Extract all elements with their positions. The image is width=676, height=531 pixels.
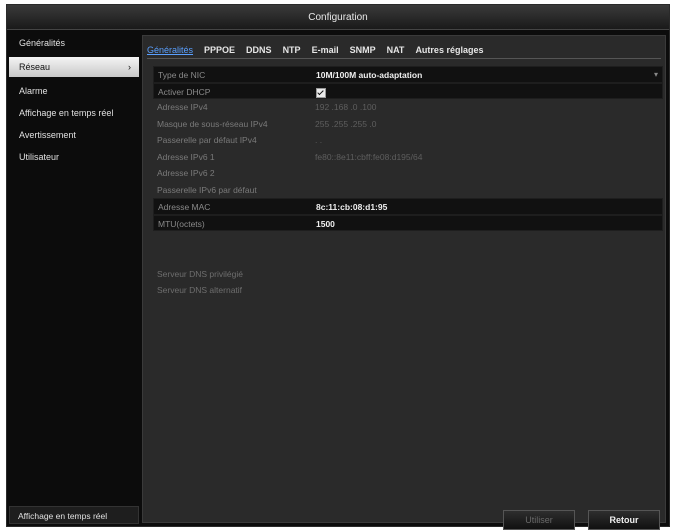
mac-label: Adresse MAC xyxy=(158,202,211,212)
gateway6-label: Passerelle IPv6 par défaut xyxy=(157,184,257,195)
alternate-dns-label: Serveur DNS alternatif xyxy=(157,285,243,295)
window-title: Configuration xyxy=(7,5,669,30)
mtu-label: MTU(octets) xyxy=(158,218,205,229)
gateway4-field[interactable]: . . xyxy=(315,132,322,149)
ipv6-1-label: Adresse IPv6 1 xyxy=(157,151,215,162)
ipv6-1-row: Adresse IPv6 1 fe80::8e11:cbff:fe08:d195… xyxy=(153,149,663,166)
tab-ntp[interactable]: NTP xyxy=(283,45,301,55)
ipv6-1-value: fe80::8e11:cbff:fe08:d195/64 xyxy=(315,151,423,162)
sidebar-item-label: Affichage en temps réel xyxy=(19,108,114,118)
nic-type-select[interactable]: 10M/100M auto-adaptation xyxy=(316,67,422,84)
network-form: Type de NIC 10M/100M auto-adaptation ▾ A… xyxy=(153,66,663,231)
sidebar-item-live-view[interactable]: Affichage en temps réel xyxy=(9,103,139,123)
live-view-footer-button[interactable]: Affichage en temps réel xyxy=(9,506,139,524)
ipv4-label: Adresse IPv4 xyxy=(157,102,208,112)
mtu-row: MTU(octets) 1500 xyxy=(153,214,663,233)
configuration-window: Configuration Généralités Réseau › Alarm… xyxy=(6,4,670,530)
tab-nat[interactable]: NAT xyxy=(387,45,405,55)
back-button[interactable]: Retour xyxy=(588,510,660,530)
dhcp-label: Activer DHCP xyxy=(158,86,211,97)
mask-label: Masque de sous-réseau IPv4 xyxy=(157,118,268,129)
tab-email[interactable]: E-mail xyxy=(312,45,339,55)
tab-snmp[interactable]: SNMP xyxy=(350,45,376,55)
sidebar-item-user[interactable]: Utilisateur xyxy=(9,147,139,167)
sidebar-item-label: Utilisateur xyxy=(19,152,60,162)
dns-group: Serveur DNS privilégié Serveur DNS alter… xyxy=(153,266,243,298)
ipv6-2-row: Adresse IPv6 2 xyxy=(153,165,663,182)
mac-row: Adresse MAC 8c:11:cb:08:d1:95 xyxy=(153,198,663,215)
sidebar: Généralités Réseau › Alarme Affichage en… xyxy=(9,33,139,503)
chevron-right-icon: › xyxy=(128,62,131,72)
sidebar-item-network[interactable]: Réseau › xyxy=(9,57,139,77)
network-settings-panel: Généralités PPPOE DDNS NTP E-mail SNMP N… xyxy=(142,35,666,530)
gateway4-label: Passerelle par défaut IPv4 xyxy=(157,135,257,145)
ipv6-2-label: Adresse IPv6 2 xyxy=(157,168,215,178)
sidebar-item-general[interactable]: Généralités xyxy=(9,33,139,53)
tab-general[interactable]: Généralités xyxy=(147,45,193,55)
sidebar-item-warning[interactable]: Avertissement xyxy=(9,125,139,145)
tab-other-settings[interactable]: Autres réglages xyxy=(415,45,483,55)
dhcp-row: Activer DHCP xyxy=(153,82,663,99)
gateway6-row: Passerelle IPv6 par défaut xyxy=(153,182,663,199)
sidebar-item-label: Généralités xyxy=(19,38,66,48)
ipv4-field[interactable]: 192 .168 .0 .100 xyxy=(315,99,376,116)
tab-bar: Généralités PPPOE DDNS NTP E-mail SNMP N… xyxy=(147,42,661,59)
tab-pppoe[interactable]: PPPOE xyxy=(204,45,235,55)
sidebar-item-alarm[interactable]: Alarme xyxy=(9,81,139,101)
sidebar-item-label: Réseau xyxy=(19,62,51,72)
mask-field[interactable]: 255 .255 .255 .0 xyxy=(315,116,376,133)
mask-row: Masque de sous-réseau IPv4 255 .255 .255… xyxy=(153,116,663,133)
ipv4-row: Adresse IPv4 192 .168 .0 .100 xyxy=(153,99,663,116)
preferred-dns-label: Serveur DNS privilégié xyxy=(157,269,243,279)
nic-type-label: Type de NIC xyxy=(158,70,206,80)
mtu-field[interactable]: 1500 xyxy=(316,216,335,233)
gateway4-row: Passerelle par défaut IPv4 . . xyxy=(153,132,663,149)
dhcp-checkbox[interactable] xyxy=(316,87,326,98)
sidebar-item-label: Alarme xyxy=(19,86,48,96)
mac-value: 8c:11:cb:08:d1:95 xyxy=(316,202,388,212)
tab-ddns[interactable]: DDNS xyxy=(246,45,272,55)
chevron-down-icon[interactable]: ▾ xyxy=(654,67,658,84)
nic-type-row[interactable]: Type de NIC 10M/100M auto-adaptation ▾ xyxy=(153,66,663,83)
apply-button[interactable]: Utiliser xyxy=(503,510,575,530)
sidebar-item-label: Avertissement xyxy=(19,130,76,140)
